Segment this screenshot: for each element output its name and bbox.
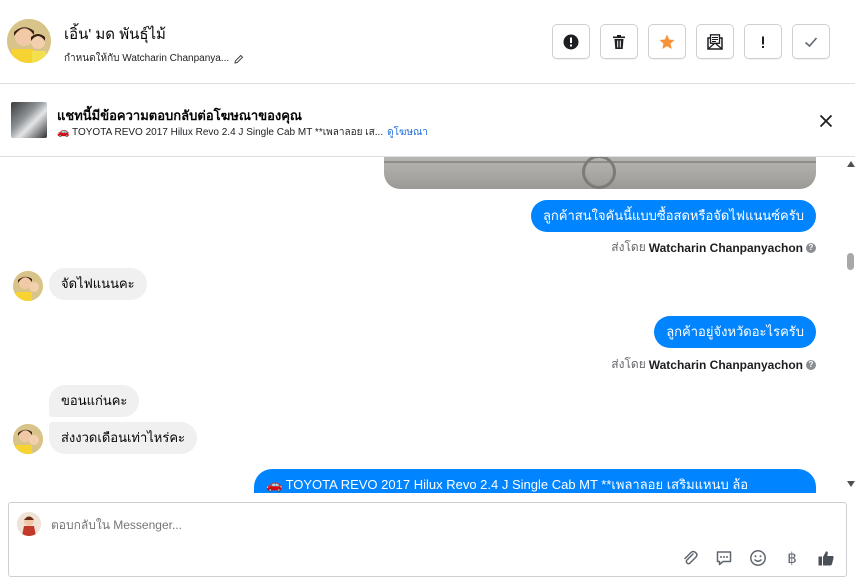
outgoing-ad-message[interactable]: 🚗 TOYOTA REVO 2017 Hilux Revo 2.4 J Sing… bbox=[254, 469, 816, 493]
contact-avatar[interactable] bbox=[7, 19, 51, 63]
ad-banner-description: 🚗 TOYOTA REVO 2017 Hilux Revo 2.4 J Sing… bbox=[57, 125, 428, 140]
like-icon[interactable] bbox=[816, 548, 836, 568]
follow-up-button[interactable] bbox=[744, 24, 782, 59]
reply-input[interactable] bbox=[51, 518, 651, 532]
sent-by-prefix: ส่งโดย bbox=[611, 357, 646, 371]
alert-circle-icon bbox=[563, 34, 579, 49]
mark-done-button[interactable] bbox=[792, 24, 830, 59]
checkmark-icon bbox=[804, 36, 818, 47]
trash-icon bbox=[613, 34, 625, 49]
exclamation-icon bbox=[762, 36, 764, 48]
messenger-conversation: เอิ้น' มด พันธุ์ไม้ กำหนดให้กับ Watchari… bbox=[0, 0, 855, 583]
ad-banner-title: แชทนี้มีข้อความตอบกลับต่อโฆษณาของคุณ bbox=[57, 108, 302, 123]
mark-unread-button[interactable] bbox=[696, 24, 734, 59]
incoming-message[interactable]: ส่งงวดเดือนเท่าไหร่คะ bbox=[49, 422, 198, 454]
thread-scrollbar[interactable] bbox=[846, 157, 855, 493]
incoming-message[interactable]: จัดไฟแนนคะ bbox=[49, 268, 147, 300]
outgoing-message[interactable]: ลูกค้าอยู่จังหวัดอะไรครับ bbox=[654, 316, 816, 348]
composer-tools: ฿ bbox=[680, 548, 836, 568]
page-avatar bbox=[17, 512, 41, 536]
conversation-header: เอิ้น' มด พันธุ์ไม้ กำหนดให้กับ Watchari… bbox=[0, 0, 855, 84]
message-composer: ฿ bbox=[8, 502, 847, 577]
scroll-down-arrow-icon[interactable] bbox=[847, 481, 855, 487]
pencil-icon[interactable] bbox=[234, 54, 244, 64]
envelope-icon bbox=[707, 33, 723, 50]
ad-thumbnail[interactable] bbox=[11, 102, 47, 138]
payment-icon[interactable]: ฿ bbox=[782, 548, 802, 568]
ad-reply-banner: แชทนี้มีข้อความตอบกลับต่อโฆษณาของคุณ 🚗 T… bbox=[0, 85, 855, 157]
outgoing-message[interactable]: ลูกค้าสนใจคันนี้แบบซื้อสดหรือจัดไฟแนนซ์ค… bbox=[530, 200, 816, 232]
star-button[interactable] bbox=[648, 24, 686, 59]
info-icon[interactable]: ? bbox=[806, 359, 816, 370]
message-thread[interactable]: ลูกค้าสนใจคันนี้แบบซื้อสดหรือจัดไฟแนนซ์ค… bbox=[0, 157, 846, 493]
close-icon[interactable] bbox=[817, 112, 835, 130]
sent-by-prefix: ส่งโดย bbox=[611, 240, 646, 254]
car-photo-message[interactable] bbox=[384, 157, 816, 189]
info-icon[interactable]: ? bbox=[806, 242, 816, 253]
contact-avatar-small[interactable] bbox=[13, 424, 43, 454]
sent-by-name[interactable]: Watcharin Chanpanyachon bbox=[649, 241, 803, 255]
conversation-actions bbox=[552, 24, 830, 59]
sent-by-name[interactable]: Watcharin Chanpanyachon bbox=[649, 358, 803, 372]
emoji-icon[interactable] bbox=[748, 548, 768, 568]
report-button[interactable] bbox=[552, 24, 590, 59]
contact-name: เอิ้น' มด พันธุ์ไม้ bbox=[64, 26, 166, 43]
sent-by-label: ส่งโดย Watcharin Chanpanyachon ? bbox=[611, 238, 816, 257]
view-ad-link[interactable]: ดูโฆษณา bbox=[387, 125, 428, 140]
star-icon bbox=[659, 34, 675, 49]
assigned-to[interactable]: กำหนดให้กับ Watcharin Chanpanya... bbox=[64, 51, 244, 66]
assigned-to-label: กำหนดให้กับ Watcharin Chanpanya... bbox=[64, 53, 230, 64]
delete-button[interactable] bbox=[600, 24, 638, 59]
sent-by-label: ส่งโดย Watcharin Chanpanyachon ? bbox=[611, 355, 816, 374]
ad-description-text: 🚗 TOYOTA REVO 2017 Hilux Revo 2.4 J Sing… bbox=[57, 127, 384, 138]
attach-icon[interactable] bbox=[680, 548, 700, 568]
scroll-up-arrow-icon[interactable] bbox=[847, 161, 855, 167]
saved-replies-icon[interactable] bbox=[714, 548, 734, 568]
contact-avatar-small[interactable] bbox=[13, 271, 43, 301]
scroll-thumb[interactable] bbox=[847, 253, 854, 270]
incoming-message[interactable]: ขอนแก่นคะ bbox=[49, 385, 140, 417]
photo-wheel bbox=[582, 157, 616, 189]
